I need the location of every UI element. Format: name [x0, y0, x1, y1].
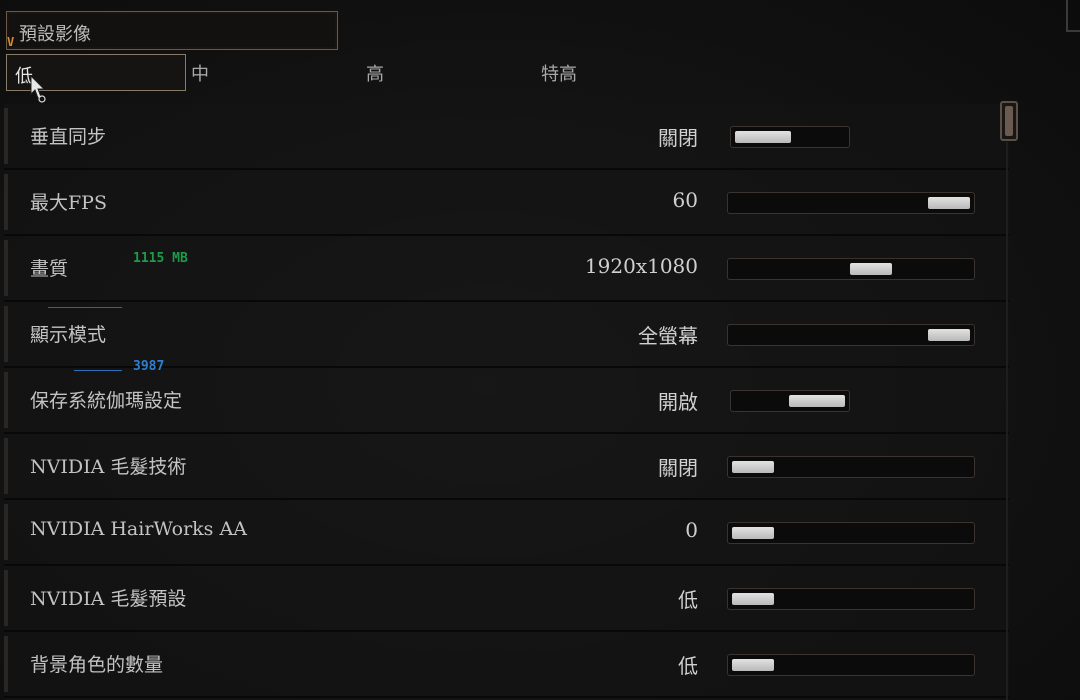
- setting-label: 背景角色的數量: [30, 654, 164, 676]
- overlay-memory-readout: 1115 MB: [133, 251, 188, 266]
- setting-label: NVIDIA 毛髮預設: [30, 588, 187, 610]
- scrollbar-track[interactable]: [1006, 142, 1008, 700]
- setting-slider[interactable]: [727, 324, 975, 346]
- scrollbar-thumb[interactable]: [1000, 101, 1018, 141]
- slider-thumb[interactable]: [849, 263, 892, 275]
- setting-label: NVIDIA HairWorks AA: [30, 518, 247, 540]
- setting-value: 60: [672, 188, 698, 212]
- overlay-counter-readout: 3987: [133, 359, 165, 374]
- preset-option-medium[interactable]: 中: [191, 60, 209, 86]
- setting-row-hairworks-preset[interactable]: NVIDIA 毛髮預設 低: [4, 566, 1009, 632]
- setting-value: 0: [685, 518, 698, 542]
- setting-slider[interactable]: [730, 390, 850, 412]
- panel-frame-corner: [1066, 0, 1080, 32]
- hand-pointer-icon: [30, 74, 46, 103]
- slider-thumb[interactable]: [732, 659, 774, 671]
- setting-row-vsync[interactable]: 垂直同步 關閉: [4, 104, 1009, 170]
- setting-slider[interactable]: [727, 522, 975, 544]
- setting-slider[interactable]: [727, 588, 975, 610]
- preset-option-high[interactable]: 高: [366, 60, 384, 86]
- setting-value: 關閉: [658, 456, 698, 480]
- setting-label: 顯示模式: [30, 324, 107, 346]
- setting-row-hairworks[interactable]: NVIDIA 毛髮技術 關閉: [4, 434, 1009, 500]
- setting-slider[interactable]: [727, 456, 975, 478]
- setting-label: 最大FPS: [30, 192, 107, 214]
- slider-thumb[interactable]: [928, 329, 970, 341]
- setting-row-background-characters[interactable]: 背景角色的數量 低: [4, 632, 1009, 698]
- slider-thumb[interactable]: [732, 461, 774, 473]
- preset-marker: V: [7, 35, 15, 49]
- setting-row-resolution[interactable]: 畫質 1920x1080: [4, 236, 1009, 302]
- slider-thumb[interactable]: [928, 197, 970, 209]
- setting-value: 全螢幕: [638, 324, 698, 348]
- setting-row-max-fps[interactable]: 最大FPS 60: [4, 170, 1009, 236]
- setting-row-gamma[interactable]: 保存系統伽瑪設定 開啟: [4, 368, 1009, 434]
- setting-slider[interactable]: [727, 192, 975, 214]
- slider-thumb[interactable]: [732, 593, 774, 605]
- setting-label: 保存系統伽瑪設定: [30, 390, 183, 412]
- preset-label: 預設影像: [19, 24, 91, 45]
- overlay-graph-line: [48, 307, 122, 308]
- setting-label: NVIDIA 毛髮技術: [30, 456, 187, 478]
- setting-value: 關閉: [658, 126, 698, 150]
- setting-slider[interactable]: [730, 126, 850, 148]
- setting-row-hairworks-aa[interactable]: NVIDIA HairWorks AA 0: [4, 500, 1009, 566]
- setting-slider[interactable]: [727, 654, 975, 676]
- slider-thumb[interactable]: [732, 527, 774, 539]
- preset-dropdown[interactable]: 預設影像 V: [6, 11, 338, 50]
- setting-label: 畫質: [30, 258, 69, 280]
- graphics-settings-screen: 預設影像 V 低 中 高 特高 垂直同步 關閉 最大FPS 60 畫質 1920…: [0, 0, 1080, 700]
- slider-thumb[interactable]: [789, 395, 845, 407]
- setting-value: 低: [678, 654, 698, 678]
- overlay-graph-line: [74, 370, 122, 371]
- settings-list: 垂直同步 關閉 最大FPS 60 畫質 1920x1080 顯示模式 全螢幕 保…: [4, 104, 1009, 700]
- setting-value: 1920x1080: [584, 254, 698, 278]
- setting-slider[interactable]: [727, 258, 975, 280]
- setting-value: 低: [678, 588, 698, 612]
- setting-value: 開啟: [658, 390, 698, 414]
- setting-label: 垂直同步: [30, 126, 107, 148]
- preset-option-ultra[interactable]: 特高: [541, 60, 577, 86]
- slider-thumb[interactable]: [735, 131, 791, 143]
